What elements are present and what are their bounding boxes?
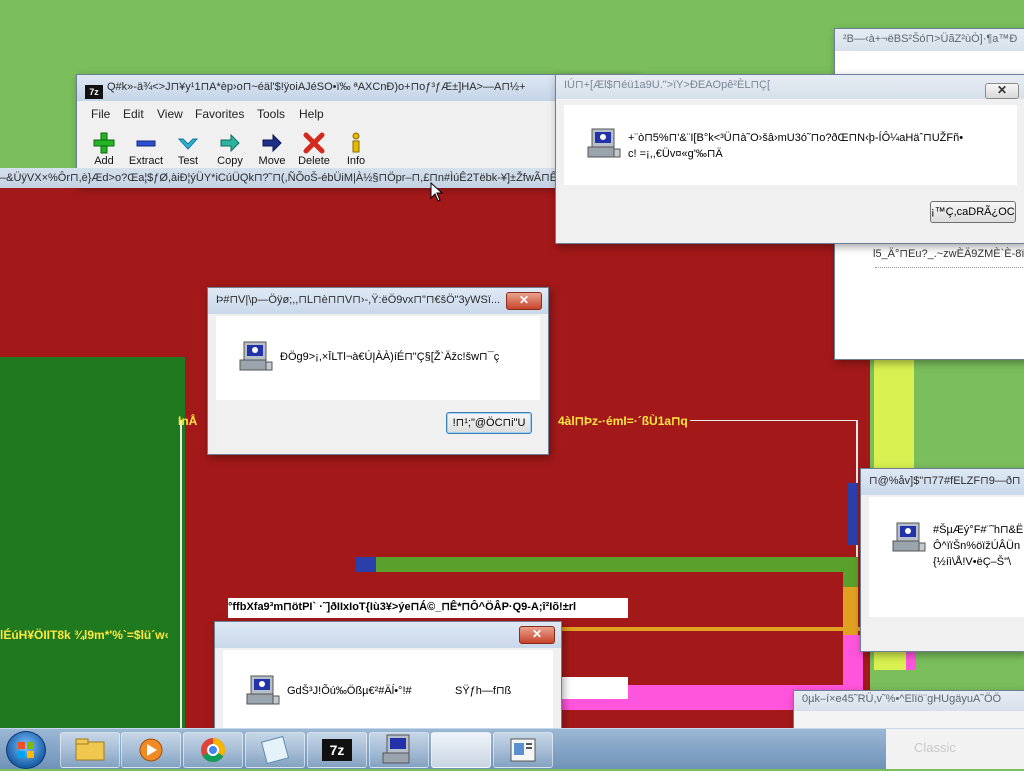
taskbar-notepad[interactable] (245, 732, 305, 768)
dialog-bottom[interactable]: ✕ GdŠ³J!Õú‰Ößµ€²#Äĺ•°!# SŸƒh—f⊓ß (214, 621, 562, 743)
tool-info-label: Info (346, 155, 366, 167)
mid-right-text: l5_Ä°⊓Eu?_.~zwÈÄ9ZMÈ`È-8ï (873, 248, 1024, 260)
tool-delete[interactable]: Delete (294, 131, 334, 167)
dialog-top[interactable]: IÚ⊓+[Æl$⊓éü1a9U.">ïY>ÐEAOpê²ÈL⊓Ç[ ✕ +¨ò⊓… (555, 74, 1024, 244)
tool-extract[interactable]: Extract (126, 131, 166, 167)
move-arrow-icon (262, 133, 282, 153)
dialog-bottom-close-button[interactable]: ✕ (519, 626, 555, 644)
dialog-center[interactable]: Þ#⊓V|\p—Öÿø;,,⊓L⊓è⊓⊓V⊓›-,Ÿ:ëÖ9vx⊓"⊓€šÖ"3… (207, 287, 549, 455)
dark-green-block (0, 357, 185, 728)
mouse-cursor (430, 182, 444, 202)
delete-x-icon (303, 132, 325, 154)
dialog-top-message-line2: c! =¡,,€Üv¤«g'‰⊓Ä (628, 148, 723, 160)
notepad-icon (260, 735, 290, 765)
tool-info[interactable]: Info (336, 131, 376, 167)
7z-icon: 7z (322, 739, 352, 761)
yellow-garbled-text-right: 4àl⊓Þz-·émI=·´ßÙ1a⊓q (558, 414, 688, 428)
taskbar: 7z Classic (0, 728, 1024, 769)
computer-icon (239, 341, 273, 371)
media-player-icon (139, 738, 163, 762)
taskbar-right-panel: Classic (886, 729, 1024, 769)
dialog-center-title: Þ#⊓V|\p—Öÿø;,,⊓L⊓è⊓⊓V⊓›-,Ÿ:ëÖ9vx⊓"⊓€šÖ"3… (208, 288, 548, 314)
navy-block (356, 557, 376, 572)
white-box (560, 677, 628, 699)
dialog-bottom-message-right: SŸƒh—f⊓ß (455, 685, 512, 697)
menu-view[interactable]: View (157, 107, 183, 121)
garbled-title-bar: –&ÜÿVX×%Ôr⊓,è}Æd>o?Œa¦$ƒØ,àiÐ¦ýÜY*iCúÜQk… (0, 168, 560, 188)
windows-logo-icon (18, 742, 34, 758)
tool-add[interactable]: Add (84, 131, 124, 167)
taskbar-right-text: Classic (914, 740, 956, 755)
tool-copy[interactable]: Copy (210, 131, 250, 167)
document-icon (510, 738, 536, 762)
dialog-bottom-title (215, 622, 561, 648)
orange-block (843, 587, 858, 635)
dialog-right-title: ⊓@%åv]$"⊓77#fELZF⊓9—ð⊓ (861, 469, 1024, 495)
main-window-title: Q#k»-ä¾<>J⊓¥y¹1⊓A*èp›o⊓~éäl'$!ÿoiAJéSO•ï… (77, 75, 637, 101)
white-banner-text: °ffbXfa9³m⊓ötPI` ·˜]ðIIxIoT{Iù3¥>ýe⊓Á©_⊓… (228, 598, 628, 618)
dialog-bottom-message: GdŠ³J!Õú‰Ößµ€²#Äĺ•°!# (287, 685, 412, 697)
taskbar-computer[interactable] (369, 732, 429, 768)
menu-tools[interactable]: Tools (257, 107, 285, 121)
yellow-garbled-text-bottom-left: lÉúH¥ÖIIT8k ¾l9m*'%`=$lü´w‹ (0, 628, 169, 642)
computer-icon (246, 675, 280, 705)
menu-favorites[interactable]: Favorites (195, 107, 244, 121)
dark-green-strip (160, 640, 182, 728)
bottom-right-window-title: 0µk–í×e45˜RÜ,v˜%•^Elïö¨gHUgäyuA˜ÖÖ (794, 691, 1024, 711)
computer-icon (382, 734, 410, 764)
yellow-garbled-text-left: InÅ (178, 414, 198, 428)
tool-move[interactable]: Move (252, 131, 292, 167)
check-icon (177, 138, 199, 150)
dialog-right-line3: {½íì\Å!V•ëÇ–Š"\ (933, 556, 1012, 568)
tool-add-label: Add (94, 155, 114, 167)
taskbar-blank-window[interactable] (431, 732, 491, 768)
dialog-center-button[interactable]: !⊓¹;"@ÖC⊓i"U (446, 412, 532, 434)
computer-icon (892, 522, 926, 552)
dialog-center-message: ÐÖg9>¡,×ĪLTl¬à€ÚĮÀÀ)íÉ⊓"Ç§[Ž`Äžc!šw⊓¯ç (280, 351, 500, 363)
tool-copy-label: Copy (217, 155, 243, 167)
folder-icon (75, 738, 105, 761)
info-icon (352, 132, 360, 153)
start-button[interactable] (6, 731, 46, 769)
mid-right-divider (875, 267, 1024, 268)
taskbar-media-player[interactable] (121, 732, 181, 768)
top-right-window-title: ²B—‹à+¬ëBS²Šó⊓>ÜãZ²ùÒ]·¶a™Ð (835, 29, 1024, 51)
tool-test[interactable]: Test (168, 131, 208, 167)
white-horizontal-line (690, 420, 858, 421)
menu-help[interactable]: Help (299, 107, 324, 121)
white-vertical-line (180, 420, 182, 728)
orange-line (560, 627, 860, 631)
menu-file[interactable]: File (91, 107, 110, 121)
plus-icon (93, 132, 115, 154)
chrome-icon (201, 738, 226, 763)
green-horizontal-bar (376, 557, 858, 572)
dialog-top-message-line1: +¨ò⊓5%⊓'&¨I[B°k<³Ü⊓à˜O›šâ›mU3ó˜⊓o?ðŒ⊓N‹þ… (628, 132, 964, 144)
menu-bar: File Edit View Favorites Tools Help (77, 107, 637, 127)
tool-move-label: Move (258, 155, 286, 167)
taskbar-chrome[interactable] (183, 732, 243, 768)
green-right-segment (843, 557, 858, 587)
navy-right-block (848, 483, 858, 545)
7z-app-icon: 7z (85, 85, 103, 99)
menu-edit[interactable]: Edit (123, 107, 144, 121)
taskbar-explorer[interactable] (60, 732, 120, 768)
taskbar-document[interactable] (493, 732, 553, 768)
tool-test-label: Test (177, 155, 199, 167)
computer-icon (587, 128, 621, 158)
dialog-top-title: IÚ⊓+[Æl$⊓éü1a9U.">ïY>ÐEAOpê²ÈL⊓Ç[ (556, 75, 1024, 99)
dialog-right[interactable]: ⊓@%åv]$"⊓77#fELZF⊓9—ð⊓ #ŠµÆý°F#¨˜h⊓&Ë Ô^… (860, 468, 1024, 652)
dialog-right-line1: #ŠµÆý°F#¨˜h⊓&Ë (933, 524, 1024, 536)
tool-extract-label: Extract (128, 155, 164, 167)
minus-icon (136, 140, 156, 147)
copy-arrow-icon (220, 133, 240, 153)
taskbar-7zip[interactable]: 7z (307, 732, 367, 768)
dialog-right-line2: Ô^ïïŠn%öïžÚÂÜn (933, 540, 1021, 552)
tool-delete-label: Delete (298, 155, 330, 167)
dialog-center-close-button[interactable]: ✕ (506, 292, 542, 310)
dialog-top-close-button[interactable]: ✕ (985, 83, 1019, 99)
dialog-top-button[interactable]: ¡™Ç,caDRÃ¿OC⊓ (930, 201, 1016, 223)
